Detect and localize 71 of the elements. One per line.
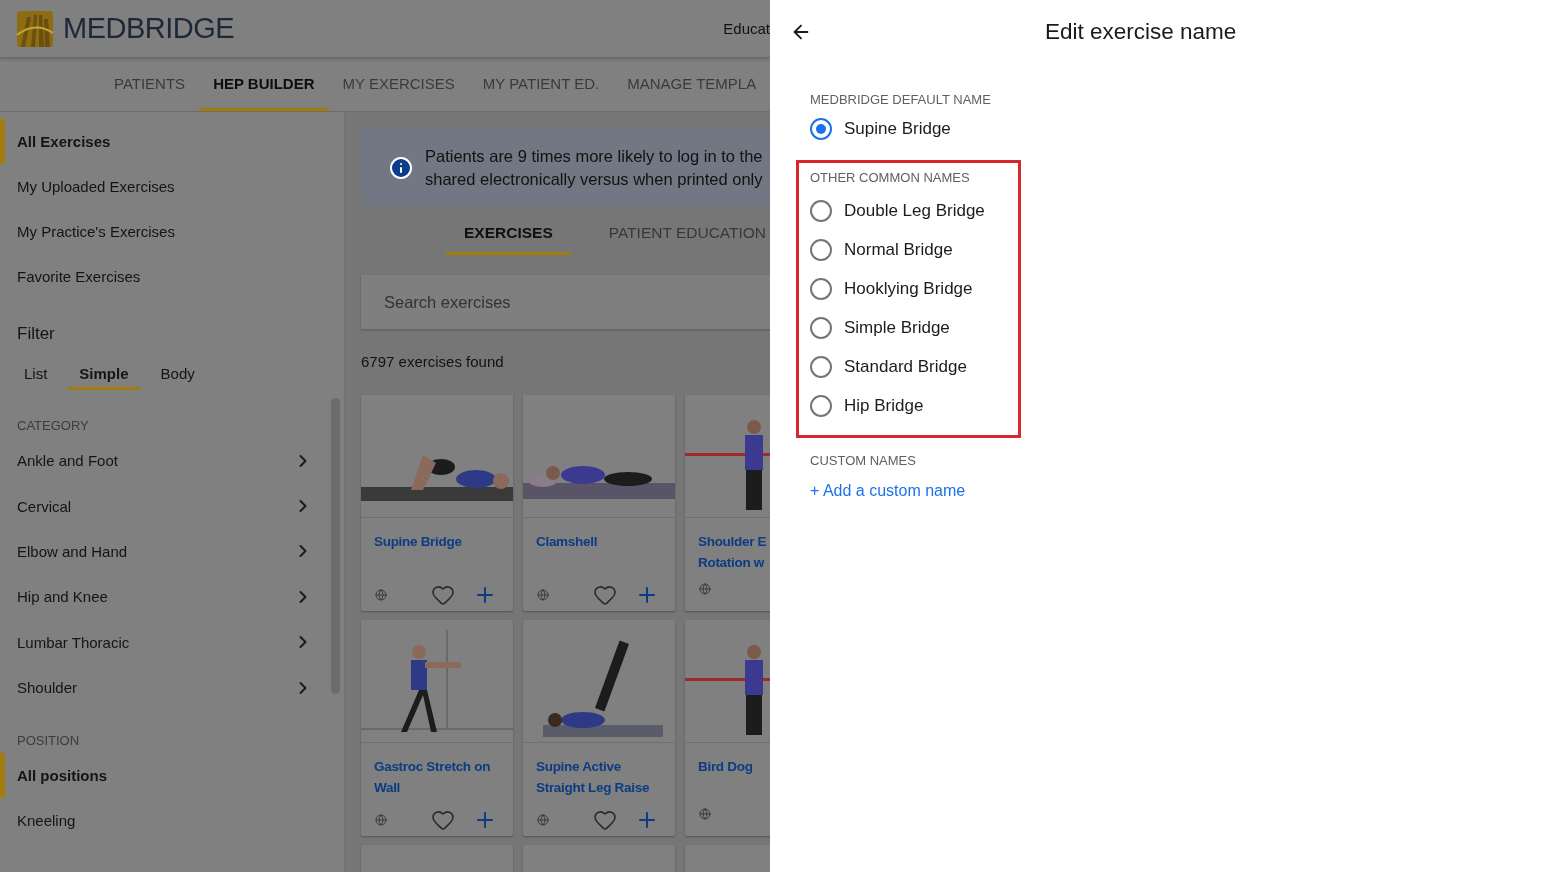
exercise-title[interactable]: Bird Dog	[685, 743, 770, 804]
nav-tab[interactable]: PATIENTS	[100, 58, 200, 111]
category-item[interactable]: Hip and Knee	[17, 588, 108, 606]
name-option[interactable]: Hooklying Bridge	[810, 269, 1018, 308]
sidebar-item[interactable]: My Practice's Exercises	[0, 209, 344, 254]
heart-icon[interactable]	[593, 583, 617, 607]
logo-text: MEDBRIDGE	[63, 12, 235, 45]
sidebar-item[interactable]: Favorite Exercises	[0, 254, 344, 299]
exercise-title[interactable]: Supine Active Straight Leg Raise	[523, 743, 675, 804]
section-heading: OTHER COMMON NAMES	[810, 168, 971, 187]
exercise-card[interactable]: Shoulder E Rotation w	[685, 395, 770, 611]
content-tab[interactable]: EXERCISES	[446, 213, 571, 255]
category-item[interactable]: Ankle and Foot	[17, 452, 118, 470]
radio-button[interactable]	[810, 117, 832, 140]
exercise-title[interactable]: Supine Bridge	[361, 518, 513, 579]
category-item[interactable]: Cervical	[17, 497, 72, 515]
info-icon	[389, 155, 413, 180]
exercise-title[interactable]: Clamshell	[523, 518, 675, 579]
search-field[interactable]: Search exercises	[361, 275, 770, 329]
radio-button[interactable]	[810, 355, 832, 378]
nav-tab[interactable]: HEP BUILDER	[199, 58, 329, 111]
heart-icon[interactable]	[431, 808, 455, 832]
radio-button[interactable]	[810, 394, 832, 417]
name-option[interactable]: Supine Bridge	[810, 109, 1551, 148]
radio-button[interactable]	[810, 199, 832, 222]
exercise-card[interactable]: Gastroc Stretch on Wall	[361, 620, 513, 836]
logo-icon	[17, 10, 53, 47]
globe-icon	[699, 808, 711, 820]
name-option[interactable]: Hip Bridge	[810, 386, 1018, 425]
filter-tab[interactable]: Simple	[67, 360, 141, 390]
category-item[interactable]: Shoulder	[17, 679, 78, 697]
exercise-title[interactable]: Gastroc Stretch on Wall	[361, 743, 513, 804]
nav-tab[interactable]: MY PATIENT ED.	[468, 58, 614, 111]
sidebar-item[interactable]: Kneeling	[0, 798, 344, 844]
name-option[interactable]: Simple Bridge	[810, 308, 1018, 347]
result-count: 6797 exercises found	[361, 353, 505, 372]
exercise-card[interactable]: Clamshell	[523, 395, 675, 611]
drawer-title: Edit exercise name	[1045, 19, 1237, 45]
section-heading: CUSTOM NAMES	[810, 451, 917, 470]
name-option[interactable]: Standard Bridge	[810, 347, 1018, 386]
header-link[interactable]: Educat	[723, 20, 770, 37]
radio-button[interactable]	[810, 316, 832, 339]
heart-icon[interactable]	[431, 583, 455, 607]
filter-tab[interactable]: Body	[148, 360, 207, 390]
globe-icon	[537, 814, 549, 826]
filter-title: Filter	[17, 324, 56, 345]
category-item[interactable]: Elbow and Hand	[17, 542, 128, 560]
nav-tab[interactable]: MY EXERCISES	[328, 58, 469, 111]
category-heading: CATEGORY	[17, 416, 90, 435]
radio-button[interactable]	[810, 238, 832, 261]
sidebar-item[interactable]: My Uploaded Exercises	[0, 164, 344, 209]
globe-icon	[375, 589, 387, 601]
globe-icon	[537, 589, 549, 601]
content-tab[interactable]: PATIENT EDUCATION	[590, 213, 770, 255]
section-heading: MEDBRIDGE DEFAULT NAME	[810, 90, 992, 109]
name-option[interactable]: Double Leg Bridge	[810, 191, 1018, 230]
banner-text: Patients are 9 times more likely to log in to the shared electronically versus when printed only	[425, 145, 763, 190]
name-option[interactable]: Normal Bridge	[810, 230, 1018, 269]
globe-icon	[699, 583, 711, 595]
heart-icon[interactable]	[593, 808, 617, 832]
category-item[interactable]: Lumbar Thoracic	[17, 633, 130, 651]
exercise-card[interactable]: Bird Dog	[685, 620, 770, 836]
globe-icon	[375, 814, 387, 826]
filter-tab[interactable]: List	[12, 360, 60, 390]
nav-tab[interactable]: MANAGE TEMPLA	[613, 58, 770, 111]
radio-button[interactable]	[810, 277, 832, 300]
add-custom-name-link[interactable]: + Add a custom name	[810, 482, 966, 500]
position-heading: POSITION	[17, 731, 81, 750]
exercise-title[interactable]: Shoulder E Rotation w	[685, 518, 770, 579]
exercise-card[interactable]: Supine Active Straight Leg Raise	[523, 620, 675, 836]
exercise-card[interactable]: Supine Bridge	[361, 395, 513, 611]
